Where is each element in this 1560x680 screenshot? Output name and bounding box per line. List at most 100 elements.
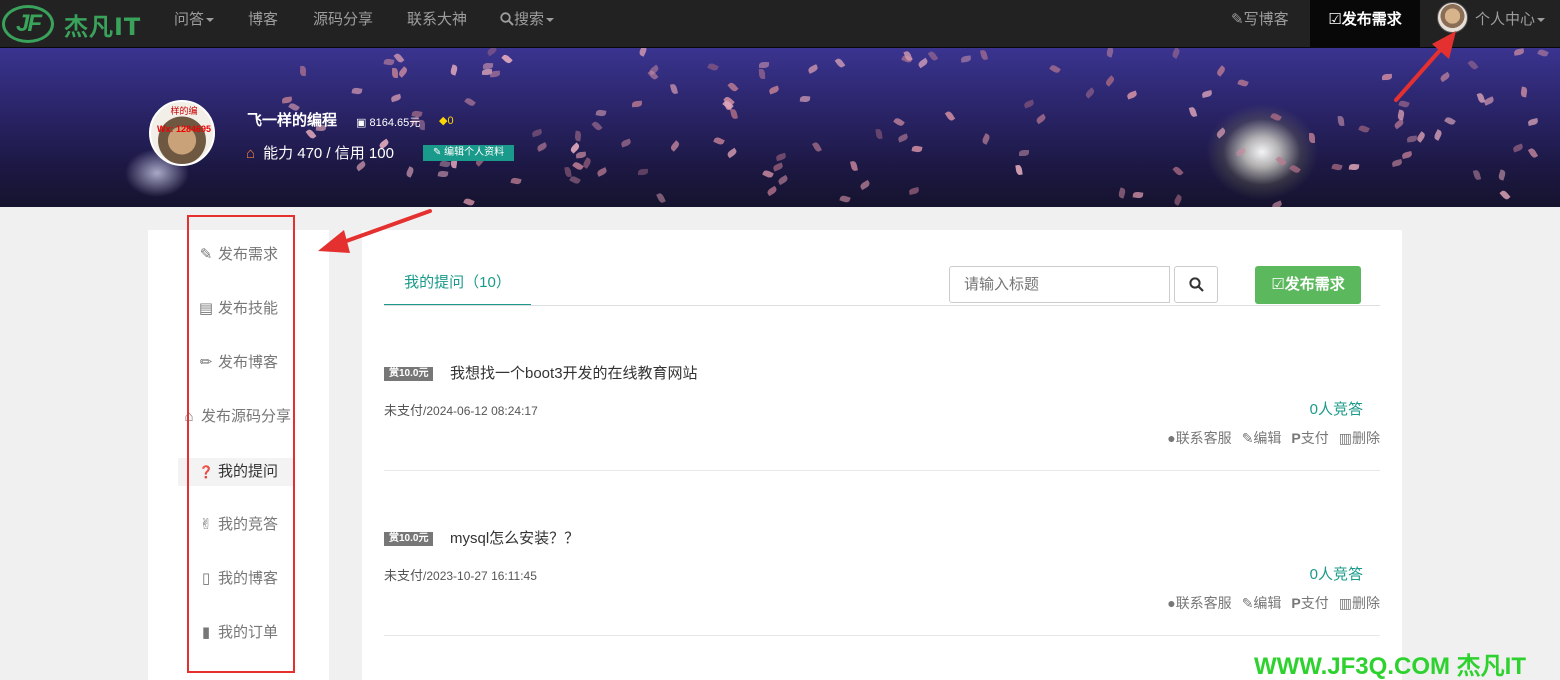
contact-service-label: 联系客服 (1175, 430, 1232, 446)
banner-leaf (1023, 100, 1035, 109)
banner-leaf (768, 85, 780, 95)
tab-my-questions[interactable]: 我的提问（10） (384, 264, 531, 306)
banner-leaf (1476, 92, 1486, 104)
search-button[interactable] (1174, 266, 1218, 303)
banner-leaf (1132, 191, 1144, 199)
reward-badge: 赏10.0元 (384, 367, 434, 381)
profile-stats-text: 能力 470 / 信用 100 (263, 145, 394, 162)
nav-user-center-label: 个人中心 (1475, 11, 1536, 28)
banner-leaf (564, 166, 572, 178)
edit-button[interactable]: ✎编辑 (1242, 428, 1282, 448)
banner-leaf (1397, 109, 1406, 121)
banner-leaf (1015, 165, 1023, 176)
question-title[interactable]: mysql怎么安装？？ (450, 527, 579, 548)
banner-leaf (390, 94, 402, 103)
banner-leaf (404, 165, 415, 178)
banner-leaf (1439, 71, 1451, 83)
banner-leaf (1035, 113, 1048, 125)
nav-user-avatar[interactable] (1437, 2, 1468, 33)
question-title[interactable]: 我想找一个boot3开发的在线教育网站 (450, 362, 698, 383)
edit-icon: ☑ (1271, 276, 1285, 293)
banner-leaf (535, 142, 548, 153)
profile-gems-value: 0 (447, 115, 454, 127)
banner-leaf (1432, 129, 1443, 142)
paypal-icon: P (1291, 595, 1301, 611)
banner-leaf (775, 153, 787, 162)
home-icon: ⌂ (246, 145, 256, 162)
profile-gems: ◆0 (439, 114, 454, 127)
annotation-highlight-box (187, 215, 295, 673)
banner-leaf (391, 67, 398, 78)
banner-leaf (1337, 115, 1345, 127)
nav-blog-label: 博客 (248, 11, 279, 28)
contact-service-button[interactable]: ●联系客服 (1167, 593, 1231, 613)
banner-leaf (1018, 150, 1029, 157)
delete-button[interactable]: ▥删除 (1339, 428, 1380, 448)
nav-source-share[interactable]: 源码分享 (313, 0, 373, 40)
nav-post-request[interactable]: ☑发布需求 (1310, 0, 1420, 48)
search-input[interactable] (949, 266, 1170, 303)
banner-leaf (777, 174, 790, 185)
banner-leaf (486, 48, 499, 57)
profile-money: ▣ 8164.65元 (356, 114, 420, 130)
nav-search[interactable]: 搜索 (500, 0, 555, 40)
banner-leaf (397, 65, 409, 78)
banner-leaf (595, 109, 607, 118)
banner-leaf (1512, 143, 1524, 152)
banner-leaf (834, 56, 846, 69)
banner-leaf (799, 95, 811, 103)
nav-blog[interactable]: 博客 (248, 0, 278, 40)
banner-leaf (1084, 86, 1097, 99)
nav-contact-expert[interactable]: 联系大神 (407, 0, 467, 40)
banner-leaf (575, 151, 587, 159)
profile-stats: ⌂ 能力 470 / 信用 100 (246, 142, 394, 163)
banner-leaf (531, 128, 543, 137)
question-status: 未支付/2023-10-27 16:11:45 (384, 565, 537, 584)
banner-leaf (859, 180, 871, 191)
money-icon: ▣ (356, 117, 367, 129)
banner-leaf (1406, 135, 1417, 143)
edit-profile-button[interactable]: ✎ 编辑个人资料 (423, 145, 515, 161)
payment-status: 未支付 (384, 568, 424, 583)
trash-icon: ▥ (1338, 430, 1352, 446)
delete-button[interactable]: ▥删除 (1339, 593, 1380, 613)
banner-leaf (393, 52, 405, 65)
banner-leaf (1215, 127, 1228, 139)
answer-count: 0人竞答 (1309, 566, 1363, 583)
nav-post-request-label: 发布需求 (1341, 11, 1402, 28)
nav-qa[interactable]: 问答 (174, 0, 215, 40)
banner-leaf (1381, 73, 1392, 81)
banner-leaf (656, 192, 667, 204)
site-logo[interactable]: JF 杰凡IT (2, 3, 141, 45)
pay-button[interactable]: P支付 (1291, 428, 1328, 448)
banner-leaf (707, 62, 720, 73)
logo-mark: JF (2, 5, 54, 43)
banner-leaf (1308, 133, 1315, 144)
banner-leaf (1331, 162, 1343, 171)
chevron-down-icon (546, 18, 555, 23)
banner-leaf (481, 68, 492, 75)
banner-leaf (772, 162, 784, 172)
banner-leaf (510, 177, 522, 186)
pay-button[interactable]: P支付 (1291, 593, 1328, 613)
banner-leaf (1472, 169, 1482, 182)
banner-leaf (981, 133, 992, 145)
reward-badge: 赏10.0元 (384, 532, 434, 546)
banner-leaf (1467, 59, 1479, 71)
banner-leaf (483, 62, 494, 69)
post-request-button[interactable]: ☑发布需求 (1255, 266, 1361, 304)
banner-leaf (464, 96, 477, 108)
nav-search-label: 搜索 (514, 11, 545, 28)
contact-service-button[interactable]: ●联系客服 (1167, 428, 1231, 448)
nav-write-blog[interactable]: ✎写博客 (1231, 0, 1289, 40)
banner-leaf (637, 48, 648, 57)
banner-leaf (1348, 163, 1360, 171)
banner-leaf (908, 187, 920, 196)
banner-leaf (1173, 194, 1184, 206)
pencil-icon: ✎ (1241, 595, 1254, 611)
banner-leaf (811, 141, 822, 154)
nav-user-center[interactable]: 个人中心 (1475, 0, 1546, 40)
banner-leaf (1125, 89, 1138, 100)
profile-money-value: 8164.65元 (369, 117, 421, 129)
edit-button[interactable]: ✎编辑 (1242, 593, 1282, 613)
